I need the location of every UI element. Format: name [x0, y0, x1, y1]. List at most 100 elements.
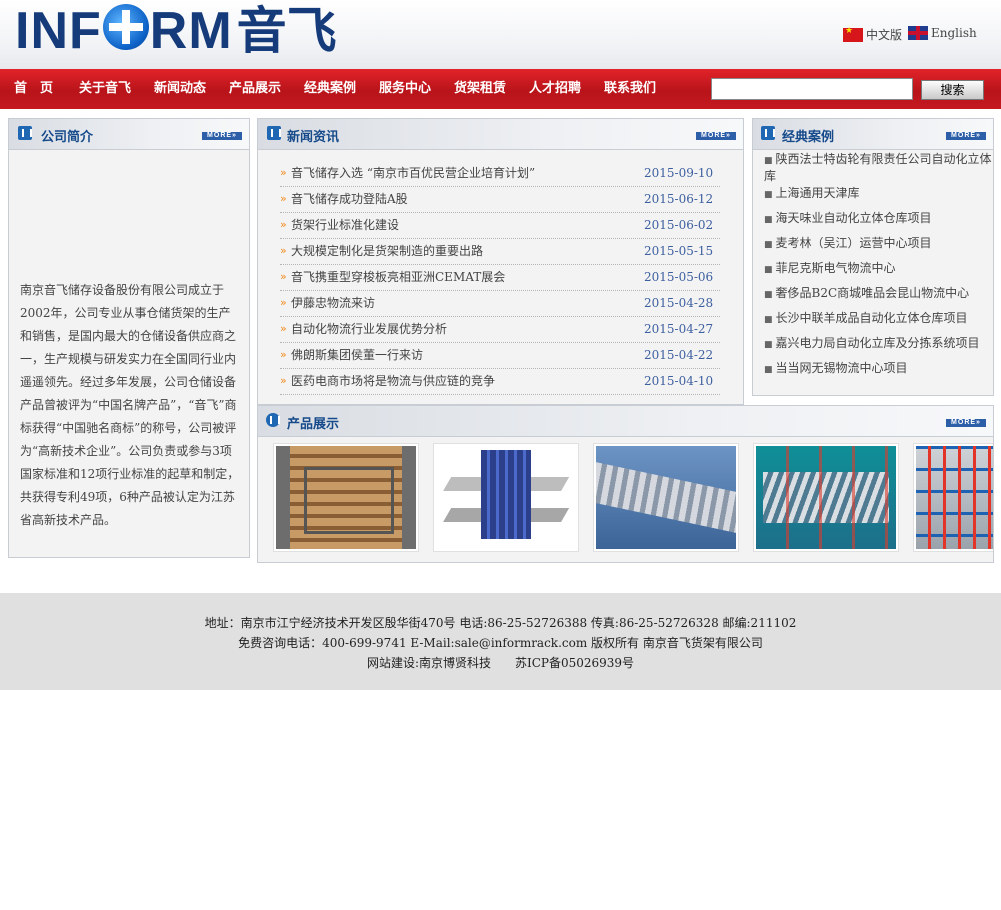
- search-input[interactable]: [711, 78, 913, 100]
- case-item-label[interactable]: 陕西法士特齿轮有限责任公司自动化立体库: [764, 152, 992, 183]
- news-item-date: 2015-04-27: [644, 322, 714, 336]
- product-thumbnail[interactable]: [753, 443, 899, 552]
- products-more-button[interactable]: MORE»: [946, 419, 986, 427]
- case-item[interactable]: ■ 奢侈品B2C商城唯品会昆山物流中心: [764, 286, 992, 303]
- double-arrow-icon: »: [280, 296, 287, 309]
- product-thumbnail[interactable]: [913, 443, 993, 552]
- products-panel: 产品展示 MORE»: [257, 405, 994, 563]
- news-item[interactable]: » 伊藤忠物流来访 2015-04-28: [280, 290, 720, 317]
- lang-en-link[interactable]: English: [908, 26, 977, 40]
- lang-en-label: English: [931, 26, 977, 40]
- news-item[interactable]: » 音飞携重型穿梭板亮相亚洲CEMAT展会 2015-05-06: [280, 264, 720, 291]
- nav-item-about[interactable]: 关于音飞: [79, 69, 131, 109]
- logo-text: INF: [15, 2, 102, 60]
- news-item[interactable]: » 佛朗斯集团侯董一行来访 2015-04-22: [280, 342, 720, 369]
- footer-address: 地址：南京市江宁经济技术开发区殷华街470号 电话:86-25-52726388…: [204, 616, 797, 630]
- about-panel-header: 公司简介 MORE»: [9, 119, 249, 150]
- footer: 地址：南京市江宁经济技术开发区殷华街470号 电话:86-25-52726388…: [0, 593, 1001, 690]
- news-item[interactable]: » 货架行业标准化建设 2015-06-02: [280, 212, 720, 239]
- news-item-date: 2015-05-06: [644, 270, 714, 284]
- news-item[interactable]: » 音飞储存入选 “南京市百优民营企业培育计划” 2015-09-10: [280, 160, 720, 187]
- news-item-date: 2015-09-10: [644, 166, 714, 180]
- case-item-label[interactable]: 嘉兴电力局自动化立库及分拣系统项目: [776, 336, 980, 350]
- logo[interactable]: INF RM 音飞: [15, 3, 337, 59]
- product-thumbnail[interactable]: [593, 443, 739, 552]
- news-panel-header: 新闻资讯 MORE»: [258, 119, 743, 150]
- refresh-icon: [266, 413, 280, 427]
- footer-credits[interactable]: 网站建设:南京博贤科技 苏ICP备05026939号: [0, 654, 1001, 671]
- products-panel-header: 产品展示 MORE»: [258, 406, 993, 437]
- double-arrow-icon: »: [280, 270, 287, 283]
- nav-item-contact[interactable]: 联系我们: [604, 69, 656, 109]
- china-flag-icon: [843, 26, 863, 42]
- news-item-title[interactable]: 佛朗斯集团侯董一行来访: [291, 342, 423, 368]
- about-text: 南京音飞储存设备股份有限公司成立于2002年，公司专业从事仓储货架的生产和销售，…: [20, 283, 240, 527]
- news-item-date: 2015-04-10: [644, 374, 714, 388]
- news-item-title[interactable]: 自动化物流行业发展优势分析: [291, 316, 447, 342]
- uk-flag-icon: [908, 26, 928, 40]
- case-item-label[interactable]: 菲尼克斯电气物流中心: [776, 261, 896, 275]
- double-arrow-icon: »: [280, 192, 287, 205]
- product-thumbnail[interactable]: [273, 443, 419, 552]
- news-item[interactable]: » 医药电商市场将是物流与供应链的竞争 2015-04-10: [280, 368, 720, 395]
- case-item[interactable]: ■ 长沙中联羊成品自动化立体仓库项目: [764, 311, 992, 328]
- lang-cn-link[interactable]: 中文版: [843, 26, 902, 43]
- case-item-label[interactable]: 当当网无锡物流中心项目: [776, 361, 908, 375]
- cases-title: 经典案例: [782, 130, 835, 145]
- nav-item-home[interactable]: 首 页: [14, 69, 53, 109]
- double-arrow-icon: »: [280, 166, 287, 179]
- case-item-label[interactable]: 麦考林（吴江）运营中心项目: [776, 236, 932, 250]
- case-item[interactable]: ■ 上海通用天津库: [764, 186, 992, 203]
- news-item-title[interactable]: 大规模定制化是货架制造的重要出路: [291, 238, 483, 264]
- case-item[interactable]: ■ 麦考林（吴江）运营中心项目: [764, 236, 992, 253]
- logo-globe-icon: [102, 4, 149, 50]
- case-item[interactable]: ■ 嘉兴电力局自动化立库及分拣系统项目: [764, 336, 992, 353]
- news-item[interactable]: » 音飞储存成功登陆A股 2015-06-12: [280, 186, 720, 213]
- case-item-label[interactable]: 海天味业自动化立体仓库项目: [776, 211, 932, 225]
- case-item[interactable]: ■ 海天味业自动化立体仓库项目: [764, 211, 992, 228]
- logo-text-2: RM: [149, 2, 233, 60]
- case-item-label[interactable]: 上海通用天津库: [776, 186, 860, 200]
- lang-cn-label: 中文版: [866, 28, 903, 42]
- case-item-label[interactable]: 奢侈品B2C商城唯品会昆山物流中心: [776, 286, 970, 300]
- double-arrow-icon: »: [280, 244, 287, 257]
- cases-more-button[interactable]: MORE»: [946, 132, 986, 140]
- news-more-button[interactable]: MORE»: [696, 132, 736, 140]
- news-item-title[interactable]: 货架行业标准化建设: [291, 212, 399, 238]
- case-item[interactable]: ■ 陕西法士特齿轮有限责任公司自动化立体库: [764, 152, 992, 184]
- nav-item-news[interactable]: 新闻动态: [154, 69, 206, 109]
- bullet-icon: ■: [764, 265, 773, 275]
- case-item[interactable]: ■ 菲尼克斯电气物流中心: [764, 261, 992, 278]
- nav-item-products[interactable]: 产品展示: [229, 69, 281, 109]
- news-item[interactable]: » 大规模定制化是货架制造的重要出路 2015-05-15: [280, 238, 720, 265]
- nav-item-rental[interactable]: 货架租赁: [454, 69, 506, 109]
- bullet-icon: ■: [764, 215, 773, 225]
- case-item[interactable]: ■ 当当网无锡物流中心项目: [764, 361, 992, 378]
- products-title: 产品展示: [287, 417, 340, 432]
- cases-panel-header: 经典案例 MORE»: [753, 119, 993, 150]
- news-item-title[interactable]: 音飞携重型穿梭板亮相亚洲CEMAT展会: [291, 264, 505, 290]
- news-item-title[interactable]: 音飞储存成功登陆A股: [291, 186, 408, 212]
- bullet-icon: ■: [764, 156, 773, 166]
- nav-item-jobs[interactable]: 人才招聘: [529, 69, 581, 109]
- bullet-icon: ■: [764, 365, 773, 375]
- news-item-date: 2015-06-02: [644, 218, 714, 232]
- about-more-button[interactable]: MORE»: [202, 132, 242, 140]
- news-item-title[interactable]: 伊藤忠物流来访: [291, 290, 375, 316]
- nav-item-service[interactable]: 服务中心: [379, 69, 431, 109]
- nav-item-cases[interactable]: 经典案例: [304, 69, 356, 109]
- case-item-label[interactable]: 长沙中联羊成品自动化立体仓库项目: [776, 311, 968, 325]
- news-item[interactable]: » 自动化物流行业发展优势分析 2015-04-27: [280, 316, 720, 343]
- play-icon: [761, 126, 775, 140]
- news-item-title[interactable]: 音飞储存入选 “南京市百优民营企业培育计划”: [291, 160, 535, 186]
- bullet-icon: ■: [764, 190, 773, 200]
- news-panel: 新闻资讯 MORE» » 音飞储存入选 “南京市百优民营企业培育计划” 2015…: [257, 118, 744, 405]
- bullet-icon: ■: [764, 315, 773, 325]
- footer-contact: 免费咨询电话：400-699-9741 E-Mail:sale@informra…: [238, 636, 763, 650]
- search-button[interactable]: 搜索: [921, 80, 984, 100]
- document-icon: [267, 126, 281, 140]
- header: INF RM 音飞 中文版 English: [0, 0, 1001, 69]
- cases-panel: 经典案例 MORE» ■ 陕西法士特齿轮有限责任公司自动化立体库 ■ 上海通用天津库…: [752, 118, 994, 396]
- news-item-title[interactable]: 医药电商市场将是物流与供应链的竞争: [291, 368, 495, 394]
- product-thumbnail[interactable]: [433, 443, 579, 552]
